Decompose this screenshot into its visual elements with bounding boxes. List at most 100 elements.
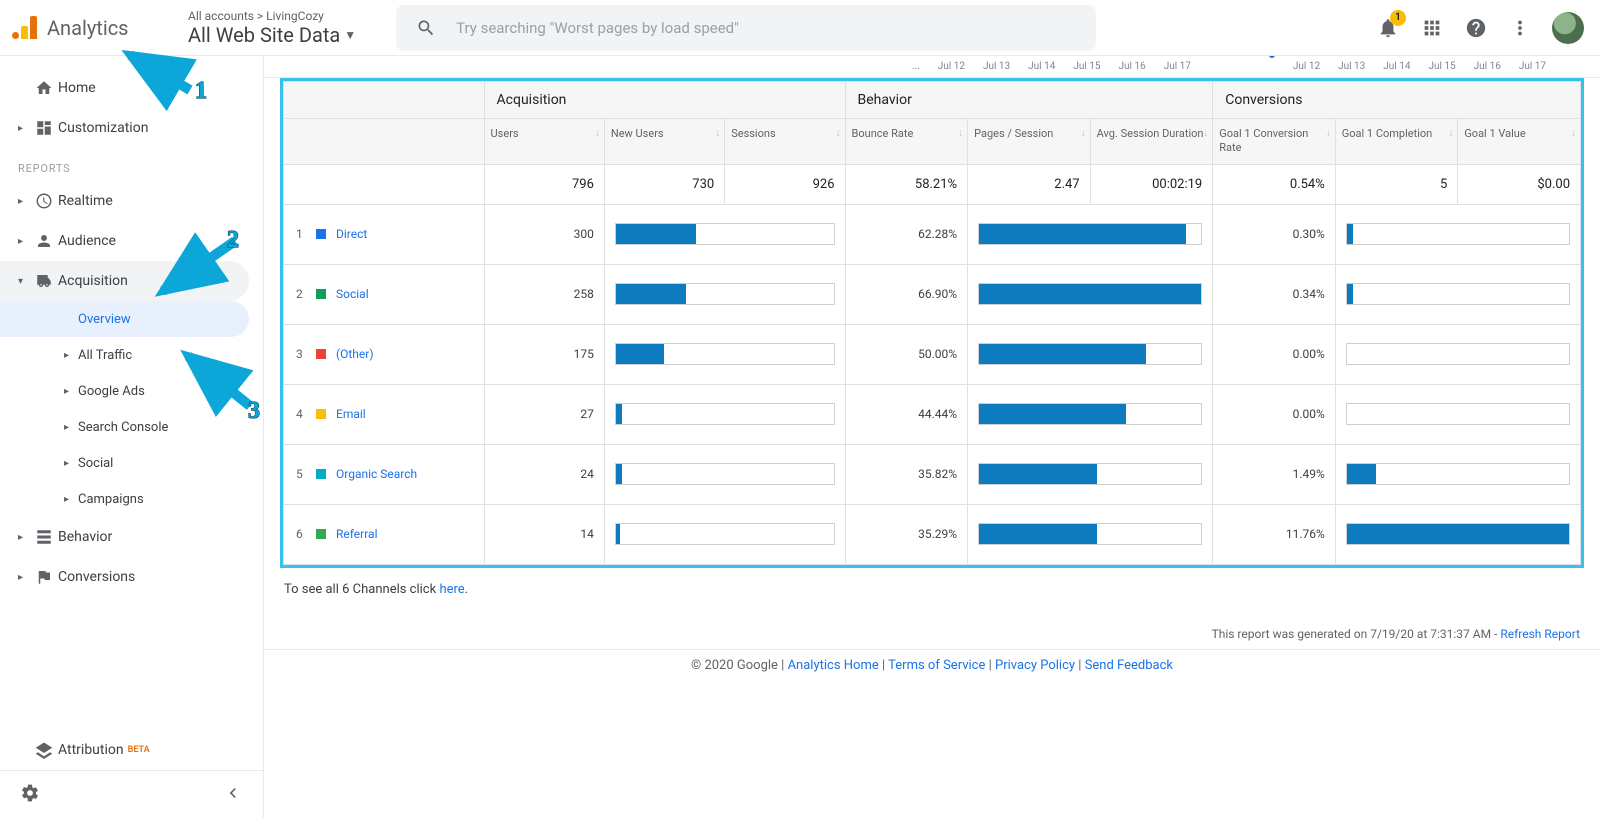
g1r-bar [1346,403,1570,425]
bounce-bar [978,403,1202,425]
nav-section-reports: REPORTS [0,148,263,181]
more-button[interactable] [1508,16,1532,40]
refresh-report-link[interactable]: Refresh Report [1500,627,1580,641]
account-path: All accounts > LivingCozy [188,9,356,23]
row-index: 2 [296,287,306,301]
col-new-users[interactable]: New Users↓ [604,119,724,165]
nav-acq-search-console[interactable]: ▸Search Console [0,409,263,445]
channel-link[interactable]: Social [336,287,369,301]
notifications-button[interactable]: 1 [1376,16,1400,40]
search-icon [416,18,436,38]
timeline-tick: ... [912,61,920,72]
bounce-bar [978,223,1202,245]
nav-audience[interactable]: ▸ Audience [0,221,263,261]
col-pps[interactable]: Pages / Session↓ [968,119,1091,165]
group-conversions: Conversions [1213,82,1581,119]
nav-realtime[interactable]: ▸ Realtime [0,181,263,221]
apps-button[interactable] [1420,16,1444,40]
behavior-icon [30,528,58,546]
col-g1r[interactable]: Goal 1 Conversion Rate↓ [1213,119,1336,165]
footer-link[interactable]: Privacy Policy [995,658,1075,673]
users-bar [615,403,835,425]
timeline-tick: Jul 17 [1164,61,1191,72]
search-placeholder: Try searching "Worst pages by load speed… [456,19,739,37]
col-bounce[interactable]: Bounce Rate↓ [845,119,968,165]
channels-table: Acquisition Behavior Conversions Users↓ … [280,78,1584,568]
nav-attribution[interactable]: Attribution BETA [0,730,263,770]
timeline-tick: Jul 13 [983,61,1010,72]
g1r-value: 0.00% [1213,325,1335,384]
nav-acq-social[interactable]: ▸Social [0,445,263,481]
channel-link[interactable]: (Other) [336,347,374,361]
channel-link[interactable]: Email [336,407,366,421]
table-row: 5Organic Search2435.82%1.49% [284,444,1581,504]
nav-acquisition[interactable]: ▾ Acquisition [0,261,249,301]
flag-icon [30,568,58,586]
collapse-button[interactable] [223,783,243,807]
sort-down-icon: ↓ [595,127,600,140]
col-users[interactable]: Users↓ [484,119,604,165]
home-icon [30,79,58,97]
color-swatch-icon [316,469,326,479]
nav-acq-google-ads[interactable]: ▸Google Ads [0,373,263,409]
row-index: 6 [296,527,306,541]
account-selector[interactable]: All accounts > LivingCozy All Web Site D… [188,9,356,47]
acquisition-icon [30,272,58,290]
col-sessions[interactable]: Sessions↓ [725,119,845,165]
logo-block: Analytics [12,16,180,40]
gear-icon [20,783,40,803]
nav-acq-campaigns[interactable]: ▸Campaigns [0,481,263,517]
footer-link[interactable]: Analytics Home [788,658,879,673]
timeline-axis: ...Jul 12Jul 13Jul 14Jul 15Jul 16Jul 17 … [264,56,1600,78]
help-button[interactable] [1464,16,1488,40]
table-row: 1Direct30062.28%0.30% [284,204,1581,264]
timeline-tick: Jul 12 [1293,61,1320,72]
timeline-tick: Jul 14 [1383,61,1410,72]
bounce-bar [978,343,1202,365]
col-g1c[interactable]: Goal 1 Completion↓ [1335,119,1458,165]
g1r-value: 0.00% [1213,385,1335,444]
clock-icon [30,192,58,210]
bounce-bar [978,523,1202,545]
nav-acq-overview[interactable]: Overview [0,301,249,337]
nav-customization[interactable]: ▸ Customization [0,108,263,148]
timeline-tick: Jul 16 [1474,61,1501,72]
chevron-left-icon [223,783,243,803]
admin-button[interactable] [20,783,40,807]
channel-link[interactable]: Direct [336,227,367,241]
footer-link[interactable]: Terms of Service [888,658,985,673]
table-row: 2Social25866.90%0.34% [284,264,1581,324]
help-icon [1465,17,1487,39]
color-swatch-icon [316,409,326,419]
notifications-badge: 1 [1390,10,1406,26]
nav-home[interactable]: Home [0,68,263,108]
person-icon [30,232,58,250]
users-value: 27 [485,385,604,444]
table-row: 3(Other)17550.00%0.00% [284,324,1581,384]
bounce-bar [978,463,1202,485]
col-g1v[interactable]: Goal 1 Value↓ [1458,119,1581,165]
channel-link[interactable]: Referral [336,527,378,541]
col-asd[interactable]: Avg. Session Duration↓ [1090,119,1213,165]
analytics-logo-icon [12,16,37,39]
row-index: 1 [296,227,306,241]
color-swatch-icon [316,289,326,299]
channel-link[interactable]: Organic Search [336,467,417,481]
timeline-tick: Jul 15 [1073,61,1100,72]
search-input[interactable]: Try searching "Worst pages by load speed… [396,5,1096,51]
totals-row: 796730926 58.21%2.4700:02:19 0.54%5$0.00 [284,164,1581,204]
users-bar [615,343,835,365]
chevron-down-icon: ▼ [344,28,356,42]
nav-behavior[interactable]: ▸ Behavior [0,517,263,557]
users-bar [615,523,835,545]
header-icons: 1 [1376,12,1584,44]
blank-header [284,82,485,119]
footer-link[interactable]: Send Feedback [1085,658,1173,673]
nav-conversions[interactable]: ▸ Conversions [0,557,263,597]
nav-acq-all-traffic[interactable]: ▸All Traffic [0,337,263,373]
see-all-link[interactable]: here [439,582,464,597]
users-bar [615,223,835,245]
apps-grid-icon [1421,17,1443,39]
group-acquisition: Acquisition [484,82,845,119]
avatar[interactable] [1552,12,1584,44]
